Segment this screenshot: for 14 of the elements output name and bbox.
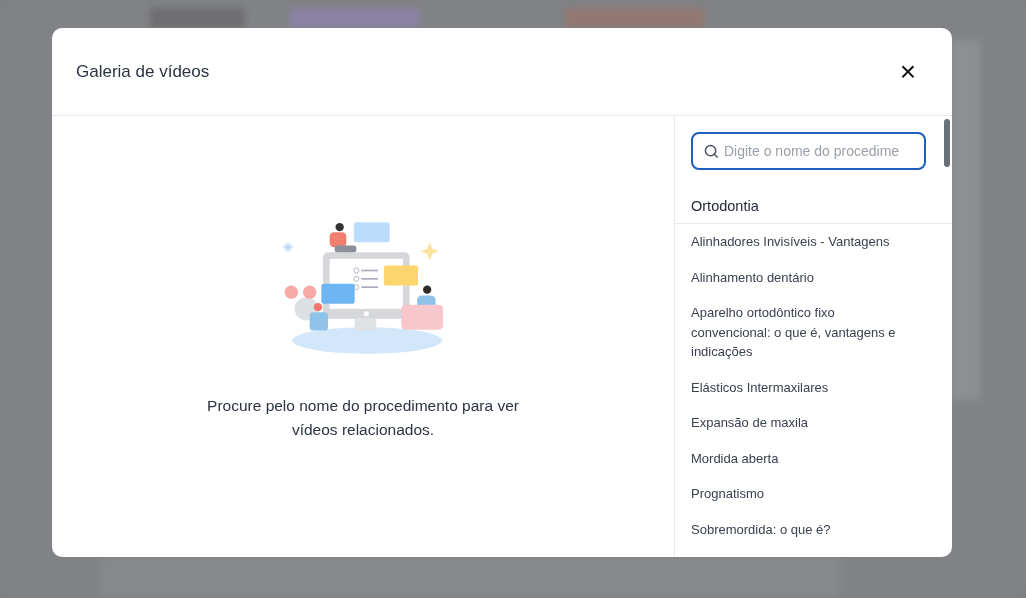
- dialog-title: Galeria de vídeos: [76, 61, 210, 82]
- scrollbar-thumb[interactable]: [944, 119, 950, 167]
- empty-state-message: Procure pelo nome do procedimento para ver vídeos relacionados.: [206, 396, 520, 440]
- procedure-item[interactable]: Aparelho ortodôntico fixo convencional: o que é, vantagens e indicações: [691, 295, 926, 370]
- procedure-item[interactable]: Expansão de maxila: [691, 405, 926, 441]
- procedure-item[interactable]: Elásticos Intermaxilares: [691, 369, 926, 405]
- procedure-item[interactable]: Prognatismo: [691, 476, 926, 512]
- procedure-item[interactable]: Alinhamento dentário: [691, 259, 926, 295]
- procedure-item[interactable]: Alinhadores Invisíveis - Vantagens: [691, 224, 926, 260]
- search-field[interactable]: Digite o nome do procedime: [691, 132, 926, 170]
- category-heading: Ortodontia: [675, 198, 952, 224]
- procedure-item[interactable]: Sobremordida: o que é?: [691, 511, 926, 547]
- close-button[interactable]: ×: [897, 59, 918, 84]
- procedure-item[interactable]: Mordida aberta: [691, 440, 926, 476]
